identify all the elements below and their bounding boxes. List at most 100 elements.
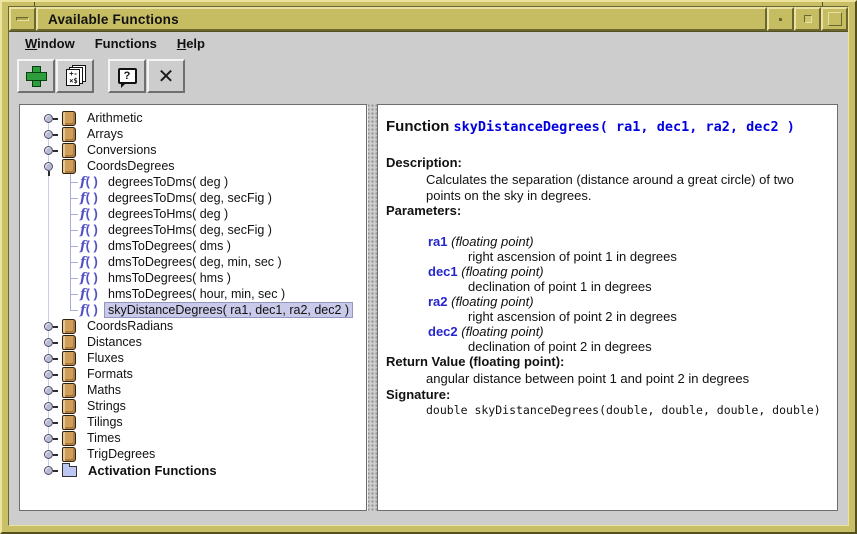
tree-row-hmstodegrees-hms[interactable]: f( )hmsToDegrees( hms ) (20, 270, 366, 286)
menu-item-window[interactable]: Window (17, 34, 83, 53)
maximize-button[interactable] (821, 7, 848, 31)
tree-row-degreestohms-deg[interactable]: f( )degreesToHms( deg ) (20, 206, 366, 222)
tree-row-times[interactable]: Times (20, 430, 366, 446)
tree-row-distances[interactable]: Distances (20, 334, 366, 350)
tree-label: CoordsDegrees (83, 158, 179, 174)
parameter-type: (floating point) (458, 324, 544, 339)
window-menu-button[interactable] (9, 7, 36, 31)
description-heading: Description: (386, 155, 823, 170)
restore-button[interactable] (794, 7, 821, 31)
collapse-handle-icon[interactable] (44, 418, 53, 427)
tree-label: Activation Functions (84, 462, 221, 479)
menubar: WindowFunctionsHelp (9, 32, 848, 54)
parameter-description: declination of point 1 in degrees (468, 279, 823, 294)
tree-row-conversions[interactable]: Conversions (20, 142, 366, 158)
tree-label: Times (83, 430, 125, 446)
window-title: Available Functions (36, 7, 767, 31)
collapse-handle-icon[interactable] (44, 450, 53, 459)
tree-connector (64, 190, 78, 206)
tree-label: Formats (83, 366, 137, 382)
function-icon: f( ) (78, 254, 104, 270)
tree-row-formats[interactable]: Formats (20, 366, 366, 382)
functions-tree: ArithmeticArraysConversionsCoordsDegrees… (20, 105, 366, 478)
function-icon: f( ) (78, 302, 104, 318)
collapse-handle-icon[interactable] (44, 386, 53, 395)
maximize-square-icon (828, 12, 842, 26)
function-icon: f( ) (78, 206, 104, 222)
parameter-type: (floating point) (448, 234, 534, 249)
tree-label: degreesToDms( deg, secFig ) (104, 190, 276, 206)
collapse-handle-icon[interactable] (44, 370, 53, 379)
tree-row-dmstodegrees-deg-min-sec[interactable]: f( )dmsToDegrees( deg, min, sec ) (20, 254, 366, 270)
tree-row-arithmetic[interactable]: Arithmetic (20, 110, 366, 126)
function-title-signature: skyDistanceDegrees( ra1, dec1, ra2, dec2… (454, 119, 795, 135)
signature-text: double skyDistanceDegrees(double, double… (426, 404, 823, 418)
tree-row-activation-functions[interactable]: Activation Functions (20, 462, 366, 478)
tree-label: Maths (83, 382, 125, 398)
tree-label: degreesToDms( deg ) (104, 174, 232, 190)
parameter-head: dec2 (floating point) (428, 324, 823, 339)
menu-item-help[interactable]: Help (169, 34, 213, 53)
function-doc: Function skyDistanceDegrees( ra1, dec1, … (378, 105, 837, 418)
tree-connector (64, 302, 78, 318)
book-icon (62, 383, 76, 398)
tree-connector (64, 206, 78, 222)
sheet: +- ×$ (66, 69, 80, 86)
add-function-button[interactable] (17, 59, 55, 93)
tree-label: Distances (83, 334, 146, 350)
parameter-dec2: dec2 (floating point)declination of poin… (428, 324, 823, 354)
tree-row-tilings[interactable]: Tilings (20, 414, 366, 430)
tree-label: Fluxes (83, 350, 128, 366)
collapse-handle-icon[interactable] (44, 338, 53, 347)
collapse-handle-icon[interactable] (44, 146, 53, 155)
tree-row-fluxes[interactable]: Fluxes (20, 350, 366, 366)
menu-item-functions[interactable]: Functions (87, 34, 165, 53)
tree-label: Tilings (83, 414, 127, 430)
tree-label: skyDistanceDegrees( ra1, dec1, ra2, dec2… (104, 302, 353, 318)
tree-connector (64, 286, 78, 302)
collapse-handle-icon[interactable] (44, 354, 53, 363)
help-button[interactable]: ? (108, 59, 146, 93)
tree-row-trigdegrees[interactable]: TrigDegrees (20, 446, 366, 462)
parameter-name: ra1 (428, 234, 448, 249)
tree-row-coordsradians[interactable]: CoordsRadians (20, 318, 366, 334)
minimize-button[interactable] (767, 7, 794, 31)
book-icon (62, 367, 76, 382)
tree-row-degreestohms-deg-secfig[interactable]: f( )degreesToHms( deg, secFig ) (20, 222, 366, 238)
parameter-head: dec1 (floating point) (428, 264, 823, 279)
tree-row-hmstodegrees-hour-min-sec[interactable]: f( )hmsToDegrees( hour, min, sec ) (20, 286, 366, 302)
tree-row-dmstodegrees-dms[interactable]: f( )dmsToDegrees( dms ) (20, 238, 366, 254)
toolbar: +- ×$?✕ (9, 54, 848, 98)
collapse-handle-icon[interactable] (44, 402, 53, 411)
close-button[interactable]: ✕ (147, 59, 185, 93)
expand-handle-icon[interactable] (44, 162, 53, 171)
parameter-ra2: ra2 (floating point)right ascension of p… (428, 294, 823, 324)
tree-row-strings[interactable]: Strings (20, 398, 366, 414)
titlebar[interactable]: Available Functions (9, 7, 848, 32)
tree-row-skydistancedegrees-ra1-dec1-ra2-dec2[interactable]: f( )skyDistanceDegrees( ra1, dec1, ra2, … (20, 302, 366, 318)
book-icon (62, 143, 76, 158)
tree-label: hmsToDegrees( hour, min, sec ) (104, 286, 289, 302)
function-doc-panel: Function skyDistanceDegrees( ra1, dec1, … (377, 104, 838, 511)
function-title-label: Function (386, 118, 449, 135)
collapse-handle-icon[interactable] (44, 130, 53, 139)
return-heading: Return Value (floating point): (386, 354, 823, 369)
parameter-description: right ascension of point 2 in degrees (468, 309, 823, 324)
split-pane: ArithmeticArraysConversionsCoordsDegrees… (19, 104, 838, 511)
collapse-handle-icon[interactable] (44, 466, 53, 475)
collapse-handle-icon[interactable] (44, 434, 53, 443)
book-icon (62, 127, 76, 142)
tree-row-maths[interactable]: Maths (20, 382, 366, 398)
tree-label: TrigDegrees (83, 446, 159, 462)
tree-row-degreestodms-deg-secfig[interactable]: f( )degreesToDms( deg, secFig ) (20, 190, 366, 206)
tree-row-coordsdegrees[interactable]: CoordsDegrees (20, 158, 366, 174)
collapse-handle-icon[interactable] (44, 114, 53, 123)
tree-row-degreestodms-deg[interactable]: f( )degreesToDms( deg ) (20, 174, 366, 190)
tree-row-arrays[interactable]: Arrays (20, 126, 366, 142)
split-pane-divider[interactable] (367, 104, 377, 511)
parameter-name: dec2 (428, 324, 458, 339)
parameters-list: ra1 (floating point)right ascension of p… (428, 234, 823, 354)
tree-label: Conversions (83, 142, 160, 158)
collapse-handle-icon[interactable] (44, 322, 53, 331)
browse-functions-button[interactable]: +- ×$ (56, 59, 94, 93)
